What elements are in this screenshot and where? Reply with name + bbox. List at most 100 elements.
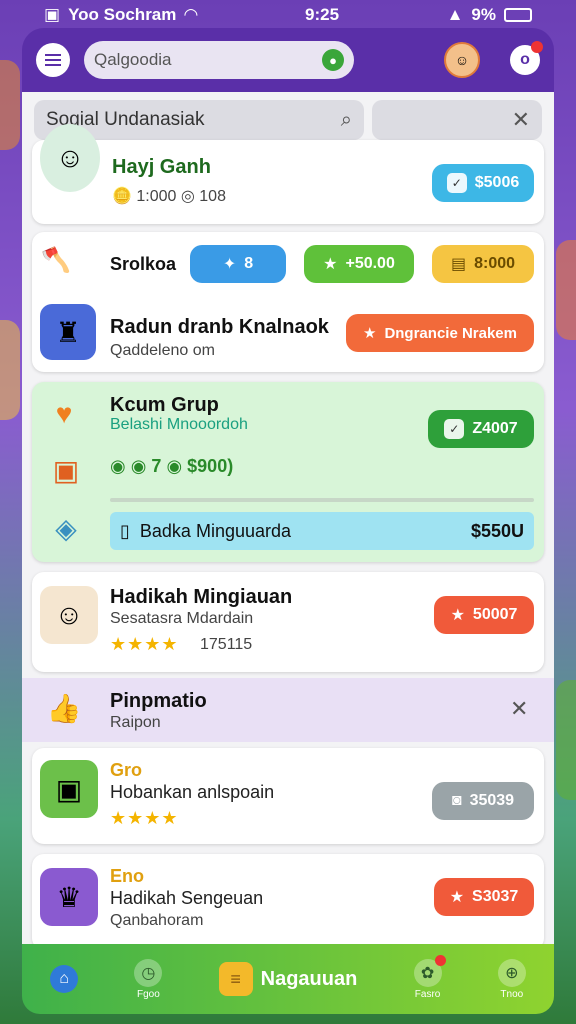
bar-item[interactable]: ▯ Badka Minguuarda $550U bbox=[110, 512, 534, 550]
group-counts: ◉ ◉ 7 ◉ $900) bbox=[110, 456, 234, 476]
nav-fasro[interactable]: ✿ Fasro bbox=[413, 954, 446, 1000]
check-icon: ✓ bbox=[444, 419, 465, 439]
close-icon[interactable]: ✕ bbox=[510, 696, 528, 722]
carrier-icon: ▣ bbox=[44, 5, 61, 24]
close-search-button[interactable]: ✕ bbox=[372, 100, 542, 140]
nav-badge bbox=[434, 954, 446, 966]
battery-text: 9% bbox=[471, 5, 496, 24]
clock: 9:25 bbox=[305, 5, 340, 24]
bar-value: $550U bbox=[470, 520, 524, 541]
wifi-icon: ◠ bbox=[184, 5, 198, 24]
game-subtitle: Qaddeleno om bbox=[110, 342, 215, 359]
nav-label: Fasro bbox=[414, 988, 441, 1000]
star-icon: ★ bbox=[362, 325, 377, 342]
user-avatar: ☺ bbox=[40, 124, 100, 192]
search-icon[interactable]: ⌕ bbox=[341, 109, 352, 132]
item-title: Hadikah Mingiauan bbox=[110, 586, 293, 608]
user-balance-button[interactable]: ✓ $5006 bbox=[432, 164, 534, 202]
main-panel: Sogial Undanasiak ⌕ ✕ ☺ Hayj Ganh 🪙 1:00… bbox=[22, 92, 554, 952]
star-icon: ★ bbox=[323, 256, 338, 273]
signal-icon: ▲ bbox=[446, 5, 464, 24]
user-stats: 🪙 1:000 ◎ 108 bbox=[112, 188, 226, 205]
close-icon: ✕ bbox=[511, 107, 530, 132]
status-bar: ▣ Yoo Sochram ◠ 9:25 ▲ 9% bbox=[0, 0, 576, 30]
reward-pill-yellow[interactable]: ▤ 8:000 bbox=[432, 245, 534, 283]
coin-stack-icon: ≡ bbox=[218, 962, 253, 996]
gem-icon: ✦ bbox=[222, 256, 237, 273]
person-avatar: ☺ bbox=[40, 586, 98, 644]
group-subtitle: Belashi Mnooordoh bbox=[110, 416, 248, 433]
divider bbox=[110, 498, 534, 502]
treasure-avatar: ▣ bbox=[40, 760, 98, 818]
rating-count: 175115 bbox=[200, 636, 253, 653]
item-subtitle: Sesatasra Mdardain bbox=[110, 610, 254, 627]
profile-avatar[interactable]: ☺ bbox=[444, 42, 480, 78]
rating-stars: ★★★★ bbox=[110, 808, 179, 828]
notification-badge bbox=[531, 41, 543, 53]
user-card[interactable]: ☺ Hayj Ganh 🪙 1:000 ◎ 108 ✓ $5006 bbox=[32, 124, 544, 224]
group-title: Kcum Grup bbox=[110, 394, 219, 416]
nav-home[interactable]: ⌂ bbox=[50, 965, 79, 993]
rewards-label: Srolkoa bbox=[110, 254, 177, 274]
item-button[interactable]: ★ 50007 bbox=[434, 596, 534, 634]
list-item[interactable]: ▣ Gro Hobankan anlspoain ★★★★ ◙ 35039 bbox=[32, 748, 544, 844]
bottom-nav: ⌂ ◷ Fgoo ≡ Nagauuan ✿ Fasro ⊕ Tnoo bbox=[22, 944, 554, 1014]
chest-icon: ▣ bbox=[52, 454, 80, 486]
creature-avatar: ♛ bbox=[40, 868, 98, 926]
top-bar: Qalgoodia ● ☺ o bbox=[22, 28, 554, 92]
group-card: ♥ Kcum Grup Belashi Mnooordoh ✓ Z4007 ▣ ◉… bbox=[32, 382, 544, 562]
background-tile bbox=[0, 320, 20, 420]
upgrade-button[interactable]: ★ Dngrancie Nrakem bbox=[346, 314, 534, 352]
bar-label: Badka Minguuarda bbox=[139, 520, 292, 541]
profile-icon: ⊕ bbox=[497, 958, 526, 987]
rating-stars: ★★★★ bbox=[110, 634, 179, 654]
notification-icon: o bbox=[520, 51, 530, 68]
section-header: 👍 Pinpmatio Raipon ✕ bbox=[22, 678, 554, 742]
home-icon: ⌂ bbox=[50, 965, 79, 993]
rewards-card: 🪓 Srolkoa ✦ 8 ★ +50.00 ▤ 8:000 ♜ Radun dran… bbox=[32, 232, 544, 372]
nav-fgoo[interactable]: ◷ Fgoo bbox=[134, 958, 163, 1000]
heart-icon: ♥ bbox=[55, 398, 73, 429]
game-title: Radun dranb Knalnaok bbox=[110, 316, 329, 338]
item-title: Hadikah Sengeuan bbox=[110, 888, 264, 908]
search-placeholder: Qalgoodia bbox=[94, 50, 172, 69]
menu-button[interactable] bbox=[36, 43, 70, 77]
item-button[interactable]: ◙ 35039 bbox=[432, 782, 534, 820]
list-item[interactable]: ☺ Hadikah Mingiauan Sesatasra Mdardain ★… bbox=[32, 572, 544, 672]
notification-button[interactable]: o bbox=[510, 41, 543, 75]
search-input[interactable]: Qalgoodia ● bbox=[84, 41, 354, 79]
background-tile bbox=[556, 680, 576, 800]
reward-pill-green[interactable]: ★ +50.00 bbox=[304, 245, 414, 283]
background-tile bbox=[0, 60, 20, 150]
game-avatar: ♜ bbox=[40, 304, 96, 360]
list-item[interactable]: ♛ Eno Hadikah Sengeuan Qanbahoram ★ S3037 bbox=[32, 854, 544, 950]
tool-icon: 🪓 bbox=[41, 246, 71, 274]
compass-icon: ◷ bbox=[134, 958, 163, 987]
star-icon: ★ bbox=[450, 607, 465, 624]
scroll-icon: ▤ bbox=[450, 256, 467, 273]
nav-center-label: Nagauuan bbox=[260, 967, 358, 990]
user-name: Hayj Ganh bbox=[112, 156, 211, 178]
nav-tnoo[interactable]: ⊕ Tnoo bbox=[497, 958, 526, 1000]
coin-icon: ◙ bbox=[451, 792, 462, 809]
section-title: Pinpmatio bbox=[110, 690, 207, 712]
item-tag: Gro bbox=[110, 760, 143, 780]
battery-icon bbox=[504, 8, 532, 22]
nav-center[interactable]: ≡ Nagauuan bbox=[218, 962, 358, 996]
item-subtitle: Qanbahoram bbox=[110, 912, 204, 929]
fish-icon: ◈ bbox=[55, 512, 77, 544]
item-button[interactable]: ★ S3037 bbox=[434, 878, 534, 916]
carrier-text: Yoo Sochram bbox=[68, 5, 177, 24]
group-button[interactable]: ✓ Z4007 bbox=[428, 410, 534, 448]
shield-icon: ✓ bbox=[446, 173, 467, 193]
gear-icon: ✿ bbox=[413, 954, 446, 987]
background-tile bbox=[556, 240, 576, 340]
star-icon: ★ bbox=[449, 889, 465, 906]
item-tag: Eno bbox=[110, 866, 144, 886]
menu-icon bbox=[45, 59, 61, 61]
search-icon[interactable]: ● bbox=[322, 49, 344, 71]
nav-label: Fgoo bbox=[136, 988, 160, 1000]
section-subtitle: Raipon bbox=[110, 714, 161, 731]
reward-pill-blue[interactable]: ✦ 8 bbox=[190, 245, 286, 283]
card-icon: ▯ bbox=[120, 520, 130, 541]
